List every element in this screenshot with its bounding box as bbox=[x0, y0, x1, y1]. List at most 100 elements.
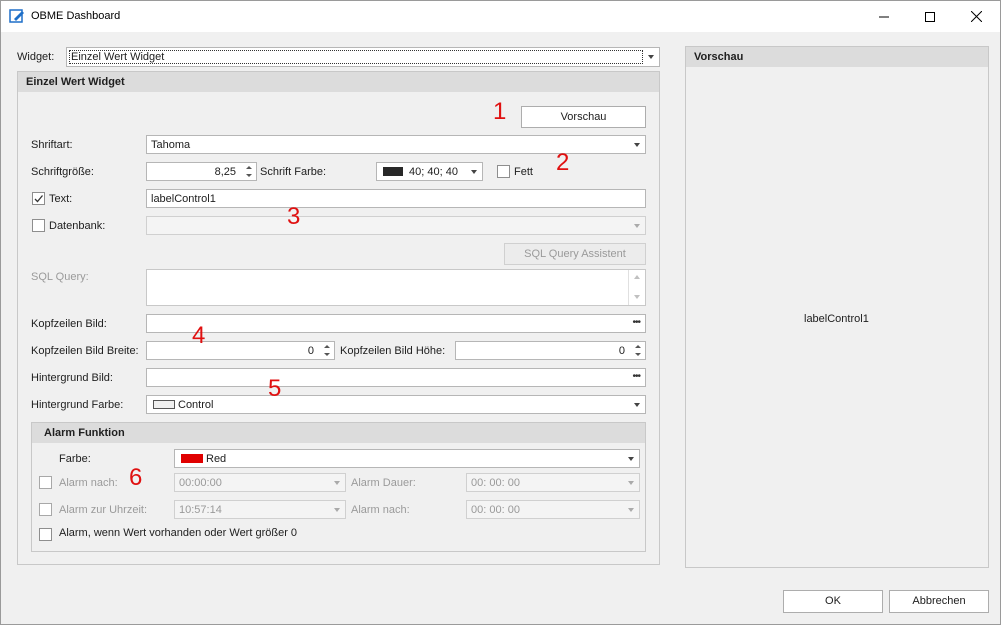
text-checkbox[interactable] bbox=[32, 192, 45, 205]
font-size-value: 8,25 bbox=[214, 166, 236, 178]
annotation-2: 2 bbox=[556, 149, 570, 176]
sql-query-label: SQL Query: bbox=[31, 271, 89, 283]
chevron-down-icon bbox=[628, 508, 634, 512]
font-select-value: Tahoma bbox=[151, 139, 191, 151]
bg-image-input[interactable]: ••• bbox=[146, 368, 646, 387]
bg-color-value: Control bbox=[178, 399, 214, 411]
bg-color-label: Hintergrund Farbe: bbox=[31, 399, 124, 411]
alarm-after-label: Alarm nach: bbox=[59, 477, 118, 489]
widget-label: Widget: bbox=[17, 51, 55, 63]
text-label: Text: bbox=[49, 193, 73, 205]
alarm-after2-value: 00: 00: 00 bbox=[471, 504, 520, 516]
widget-select-value: Einzel Wert Widget bbox=[71, 51, 165, 63]
font-size-label: Schriftgröße: bbox=[31, 166, 94, 178]
title-bar: OBME Dashboard bbox=[1, 1, 1000, 32]
header-height-value: 0 bbox=[618, 345, 625, 357]
header-width-value: 0 bbox=[307, 345, 314, 357]
bold-label: Fett bbox=[514, 166, 533, 178]
alarm-time-value: 10:57:14 bbox=[179, 504, 222, 516]
widget-select[interactable]: Einzel Wert Widget bbox=[66, 47, 660, 67]
scrollbar[interactable] bbox=[628, 270, 645, 305]
alarm-color-select[interactable]: Red bbox=[174, 449, 640, 468]
chevron-down-icon bbox=[628, 481, 634, 485]
alarm-after-checkbox[interactable] bbox=[39, 476, 52, 489]
bold-checkbox[interactable] bbox=[497, 165, 510, 178]
annotation-3: 3 bbox=[287, 203, 301, 230]
font-label: Shriftart: bbox=[31, 139, 73, 151]
panel-title: Einzel Wert Widget bbox=[18, 72, 659, 92]
preview-button[interactable]: Vorschau bbox=[521, 106, 646, 128]
cancel-button[interactable]: Abbrechen bbox=[889, 590, 989, 613]
maximize-button[interactable] bbox=[907, 1, 953, 32]
alarm-after-input[interactable]: 00:00:00 bbox=[174, 473, 346, 492]
alarm-duration-input[interactable]: 00: 00: 00 bbox=[466, 473, 640, 492]
header-width-label: Kopfzeilen Bild Breite: bbox=[31, 345, 139, 357]
database-select[interactable] bbox=[146, 216, 646, 235]
font-color-value: 40; 40; 40 bbox=[409, 166, 458, 178]
minimize-button[interactable] bbox=[861, 1, 907, 32]
alarm-time-label: Alarm zur Uhrzeit: bbox=[59, 504, 148, 516]
ok-button[interactable]: OK bbox=[783, 590, 883, 613]
sql-query-textarea[interactable] bbox=[146, 269, 646, 306]
database-checkbox[interactable] bbox=[32, 219, 45, 232]
dialog-window: OBME Dashboard Widget: Einzel Wert Widge… bbox=[0, 0, 1001, 625]
alarm-color-value: Red bbox=[206, 453, 227, 465]
minimize-icon bbox=[879, 16, 889, 17]
annotation-5: 5 bbox=[268, 375, 282, 402]
chevron-down-icon bbox=[648, 55, 654, 59]
browse-icon[interactable]: ••• bbox=[632, 371, 640, 382]
alarm-group-title: Alarm Funktion bbox=[32, 423, 645, 443]
annotation-6: 6 bbox=[129, 464, 143, 491]
bg-image-label: Hintergrund Bild: bbox=[31, 372, 113, 384]
sql-assistant-button[interactable]: SQL Query Assistent bbox=[504, 243, 646, 265]
text-input-value: labelControl1 bbox=[151, 193, 216, 205]
alarm-after2-input[interactable]: 00: 00: 00 bbox=[466, 500, 640, 519]
alarm-time-checkbox[interactable] bbox=[39, 503, 52, 516]
preview-title: Vorschau bbox=[686, 47, 988, 67]
color-swatch bbox=[181, 454, 203, 463]
chevron-down-icon bbox=[628, 457, 634, 461]
alarm-value-label: Alarm, wenn Wert vorhanden oder Wert grö… bbox=[59, 527, 298, 539]
header-image-input[interactable]: ••• bbox=[146, 314, 646, 333]
window-title: OBME Dashboard bbox=[31, 10, 121, 22]
preview-content: labelControl1 bbox=[804, 313, 869, 325]
chevron-down-icon bbox=[634, 403, 640, 407]
header-image-label: Kopfzeilen Bild: bbox=[31, 318, 107, 330]
text-input[interactable]: labelControl1 bbox=[146, 189, 646, 208]
scroll-up-icon[interactable] bbox=[634, 275, 640, 279]
checkmark-icon bbox=[34, 195, 43, 203]
alarm-after-value: 00:00:00 bbox=[179, 477, 222, 489]
color-swatch bbox=[383, 167, 403, 176]
header-height-spinner[interactable]: 0 bbox=[455, 341, 646, 360]
close-icon bbox=[970, 11, 982, 22]
font-color-select[interactable]: 40; 40; 40 bbox=[376, 162, 483, 181]
spin-arrows-icon[interactable] bbox=[322, 343, 332, 358]
close-button[interactable] bbox=[953, 1, 999, 32]
preview-panel bbox=[685, 46, 989, 568]
color-swatch bbox=[153, 400, 175, 409]
scroll-down-icon[interactable] bbox=[634, 295, 640, 299]
spin-arrows-icon[interactable] bbox=[633, 343, 643, 358]
maximize-icon bbox=[925, 11, 935, 22]
alarm-duration-value: 00: 00: 00 bbox=[471, 477, 520, 489]
font-size-spinner[interactable]: 8,25 bbox=[146, 162, 257, 181]
font-select[interactable]: Tahoma bbox=[146, 135, 646, 154]
header-width-spinner[interactable]: 0 bbox=[146, 341, 335, 360]
chevron-down-icon bbox=[634, 224, 640, 228]
database-label: Datenbank: bbox=[49, 220, 106, 232]
app-icon bbox=[9, 9, 24, 23]
bg-color-select[interactable]: Control bbox=[146, 395, 646, 414]
chevron-down-icon bbox=[471, 170, 477, 174]
spin-arrows-icon[interactable] bbox=[244, 164, 254, 179]
annotation-4: 4 bbox=[192, 322, 206, 349]
chevron-down-icon bbox=[634, 143, 640, 147]
annotation-1: 1 bbox=[493, 98, 507, 125]
alarm-after2-label: Alarm nach: bbox=[351, 504, 410, 516]
alarm-time-input[interactable]: 10:57:14 bbox=[174, 500, 346, 519]
browse-icon[interactable]: ••• bbox=[632, 317, 640, 328]
header-height-label: Kopfzeilen Bild Höhe: bbox=[340, 345, 446, 357]
alarm-value-checkbox[interactable] bbox=[39, 528, 52, 541]
font-color-label: Schrift Farbe: bbox=[260, 166, 327, 178]
chevron-down-icon bbox=[334, 481, 340, 485]
alarm-duration-label: Alarm Dauer: bbox=[351, 477, 416, 489]
